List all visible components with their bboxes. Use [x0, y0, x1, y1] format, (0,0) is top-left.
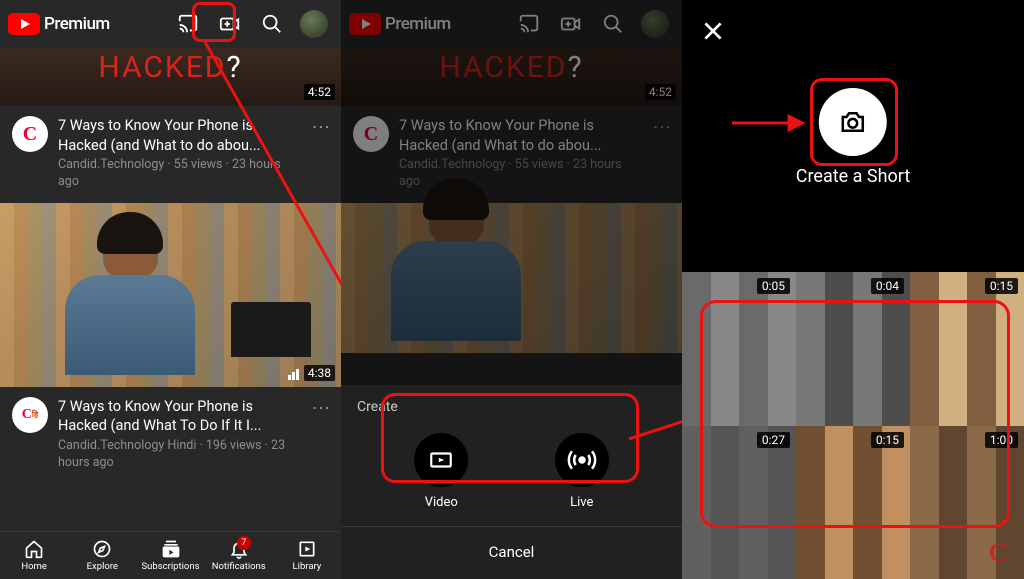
signal-icon [288, 369, 299, 380]
video-meta: Candid.Technology · 55 views · 23 hours … [58, 157, 300, 191]
premium-label: Premium [44, 14, 110, 34]
video-row-1[interactable]: C 7 Ways to Know Your Phone is Hacked (a… [0, 106, 341, 203]
duration-badge: 4:38 [304, 365, 335, 381]
clip-duration: 0:15 [985, 278, 1018, 294]
gallery-item[interactable]: 0:04 [796, 272, 910, 426]
nav-explore[interactable]: Explore [68, 532, 136, 579]
close-icon[interactable] [700, 18, 726, 44]
channel-avatar[interactable]: C [12, 116, 48, 152]
sheet-title: Create [341, 385, 682, 423]
bottom-nav: Home Explore Subscriptions 7 Notificatio… [0, 531, 341, 579]
video-title: 7 Ways to Know Your Phone is Hacked (and… [58, 397, 300, 436]
video-row-2[interactable]: Cहि 7 Ways to Know Your Phone is Hacked … [0, 387, 341, 484]
watermark-logo: C [980, 535, 1016, 571]
create-icon[interactable] [211, 5, 249, 43]
video-thumbnail-1[interactable]: HACKED? 4:52 [0, 48, 341, 106]
youtube-icon [8, 13, 40, 35]
clip-duration: 0:05 [757, 278, 790, 294]
notification-badge: 7 [237, 536, 251, 550]
cancel-button[interactable]: Cancel [341, 526, 682, 579]
clip-duration: 0:04 [871, 278, 904, 294]
nav-subscriptions[interactable]: Subscriptions [136, 532, 204, 579]
clip-duration: 0:27 [757, 432, 790, 448]
create-video-button[interactable]: Video [414, 433, 468, 510]
create-live-button[interactable]: Live [555, 433, 609, 510]
live-icon [555, 433, 609, 487]
channel-avatar[interactable]: Cहि [12, 397, 48, 433]
nav-home[interactable]: Home [0, 532, 68, 579]
gallery-item[interactable]: 0:27 [682, 426, 796, 579]
avatar[interactable] [295, 5, 333, 43]
screenshot-2: Premium HACKED? 4:52 C 7 Ways to Know Yo… [341, 0, 682, 579]
create-short-label: Create a Short [796, 166, 910, 187]
app-header: Premium [0, 0, 341, 48]
create-sheet: Create Video Live Cancel [341, 385, 682, 579]
more-icon[interactable]: ⋮ [310, 397, 331, 472]
video-meta: Candid.Technology Hindi · 196 views · 23… [58, 438, 300, 472]
camera-icon [819, 88, 887, 156]
search-icon[interactable] [253, 5, 291, 43]
video-thumbnail-2[interactable]: 4:38 [0, 203, 341, 387]
screenshot-1: Premium HACKED? 4:52 C 7 Ways to Know Yo… [0, 0, 341, 579]
create-short-button[interactable]: Create a Short [796, 88, 910, 187]
video-icon [414, 433, 468, 487]
video-title: 7 Ways to Know Your Phone is Hacked (and… [58, 116, 300, 155]
gallery-grid: 0:05 0:04 0:15 0:27 0:15 1:00 [682, 272, 1024, 579]
youtube-premium-logo: Premium [8, 13, 110, 35]
nav-library[interactable]: Library [273, 532, 341, 579]
nav-notifications[interactable]: 7 Notifications [205, 532, 273, 579]
clip-duration: 1:00 [985, 432, 1018, 448]
gallery-item[interactable]: 0:15 [796, 426, 910, 579]
more-icon[interactable]: ⋮ [310, 116, 331, 191]
cast-icon[interactable] [169, 5, 207, 43]
thumbnail-text: HACKED [98, 50, 226, 85]
gallery-item[interactable]: 0:05 [682, 272, 796, 426]
screenshot-3: Create a Short 0:05 0:04 0:15 0:27 0:15 … [682, 0, 1024, 579]
gallery-item[interactable]: 0:15 [910, 272, 1024, 426]
clip-duration: 0:15 [871, 432, 904, 448]
duration-badge: 4:52 [304, 84, 335, 100]
